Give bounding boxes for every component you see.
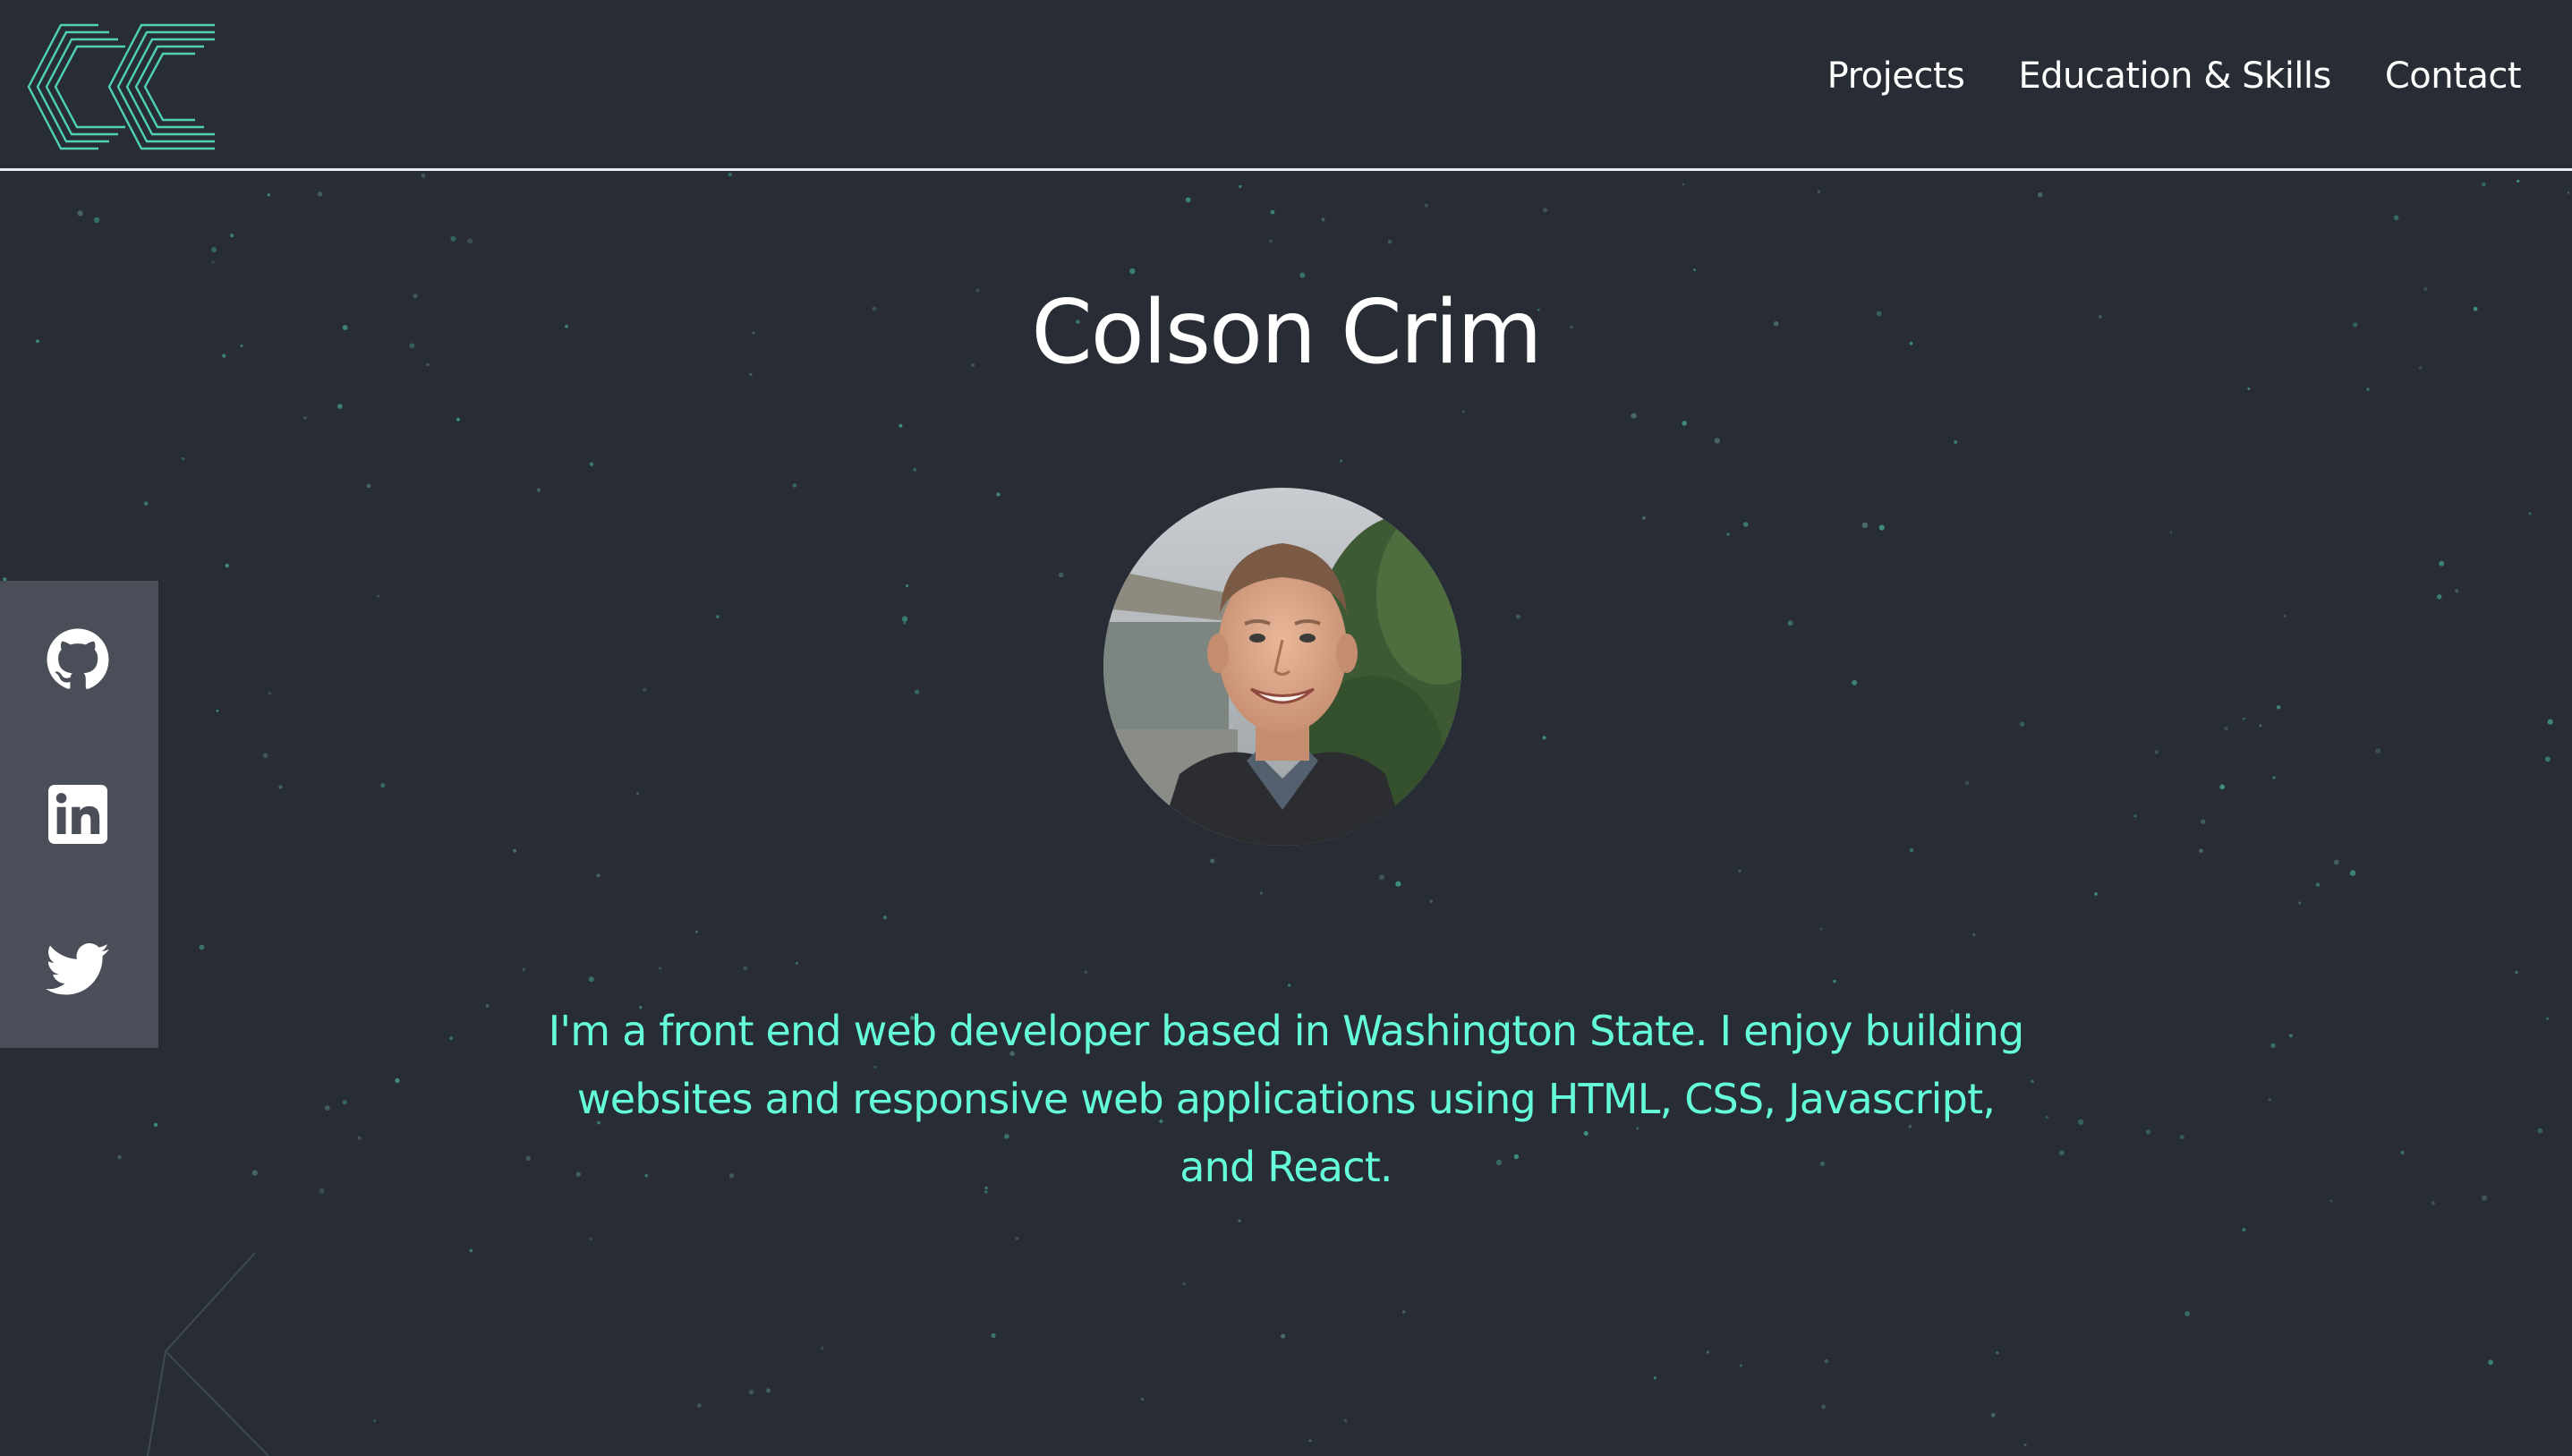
bio-text: I'm a front end web developer based in W…: [548, 1007, 2025, 1191]
twitter-link[interactable]: [43, 934, 113, 1004]
nav-education-skills[interactable]: Education & Skills: [2018, 55, 2331, 97]
avatar: [1103, 488, 1461, 846]
nav-projects[interactable]: Projects: [1827, 55, 1965, 97]
cc-logo[interactable]: [25, 21, 217, 152]
twitter-icon: [46, 943, 109, 995]
nav-contact[interactable]: Contact: [2385, 55, 2522, 97]
social-sidebar: [0, 581, 158, 1048]
page: Projects Education & Skills Contact Cols…: [0, 0, 2572, 1456]
github-icon: [47, 628, 109, 689]
page-title: Colson Crim: [1031, 282, 1542, 384]
linkedin-link[interactable]: [43, 779, 113, 849]
main-nav: Projects Education & Skills Contact: [1827, 55, 2522, 97]
site-header: Projects Education & Skills Contact: [0, 0, 2572, 171]
github-link[interactable]: [43, 625, 113, 694]
linkedin-icon: [48, 785, 107, 844]
